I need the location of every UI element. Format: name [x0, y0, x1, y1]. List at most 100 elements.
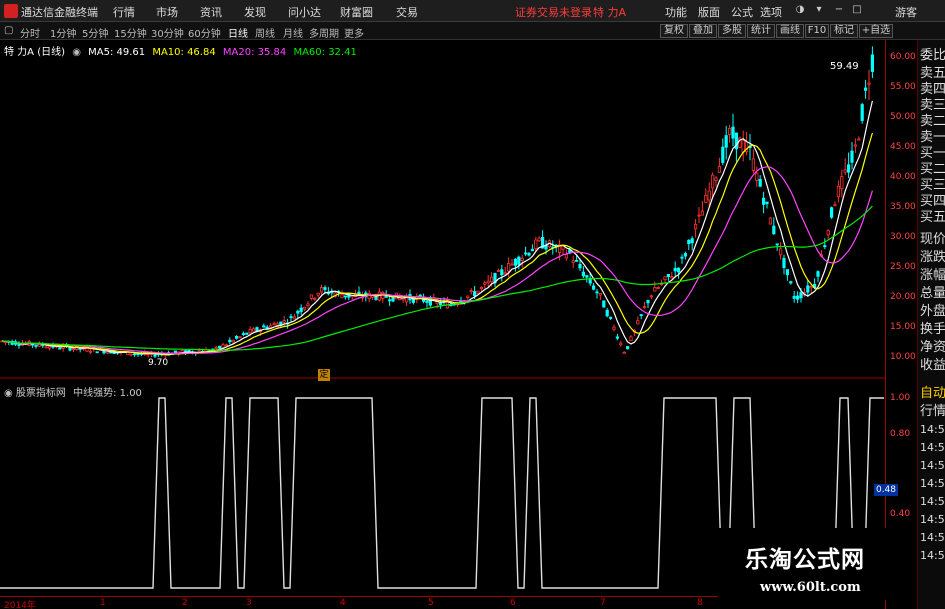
candle-body [561, 245, 565, 250]
chart-title: 特 力A (日线) [4, 47, 66, 58]
candle-body [466, 295, 470, 298]
candle-body [578, 263, 582, 269]
candle-body [503, 272, 507, 275]
side-item: 卖二 [920, 114, 945, 129]
side-item: 卖一 [920, 130, 945, 145]
f10-button[interactable]: F10 [805, 24, 829, 38]
skin-icon[interactable]: ◑ [793, 3, 807, 17]
adjust-button[interactable]: 复权 [660, 24, 688, 38]
candle-body [479, 287, 484, 289]
candle-body [71, 348, 75, 351]
checkbox-icon[interactable]: ▢ [4, 25, 13, 36]
mark-button[interactable]: 标记 [830, 24, 858, 38]
candle-body [510, 263, 514, 266]
candle-body [472, 291, 477, 297]
candle-body [500, 269, 504, 276]
title-bar: 通达信金融终端 行情 市场 资讯 发现 问小达 财富圈 交易 证券交易未登录 特… [0, 0, 945, 22]
candle-body [867, 82, 871, 85]
side-item: 涨跌 [920, 250, 945, 265]
candle-body [615, 336, 620, 339]
menu-community[interactable]: 财富圈 [340, 4, 373, 20]
candle-body [575, 259, 579, 262]
side-item: 现价 [920, 232, 945, 247]
candle-body [404, 297, 409, 303]
kline-chart[interactable] [0, 40, 945, 609]
settings-icon[interactable]: ▾ [812, 3, 826, 17]
login-notice[interactable]: 证券交易未登录 [515, 4, 592, 20]
candle-body [173, 350, 177, 354]
price-tick: 10.00 [890, 352, 916, 362]
candle-body [234, 335, 239, 339]
overlay-button[interactable]: 叠加 [689, 24, 717, 38]
side-item: 外盘 [920, 304, 945, 319]
period-60min[interactable]: 60分钟 [188, 25, 221, 40]
statistics-button[interactable]: 统计 [747, 24, 775, 38]
period-tick[interactable]: 分时 [20, 25, 40, 40]
candle-body [592, 285, 596, 290]
candle-body [643, 306, 647, 309]
period-30min[interactable]: 30分钟 [151, 25, 184, 40]
candle-body [245, 332, 249, 335]
candle-body [248, 329, 252, 334]
side-item: 买二 [920, 162, 945, 177]
candle-body [524, 252, 528, 255]
candle-body [690, 238, 694, 244]
menu-trade[interactable]: 交易 [396, 4, 418, 20]
period-weekly[interactable]: 周线 [255, 25, 275, 40]
price-tick: 40.00 [890, 172, 916, 182]
period-15min[interactable]: 15分钟 [114, 25, 147, 40]
period-more[interactable]: 更多 [344, 25, 364, 40]
candle-body [428, 297, 433, 306]
candle-body [272, 323, 276, 326]
candle-body [768, 217, 773, 225]
candle-body [438, 302, 443, 306]
candle-body [639, 314, 643, 316]
menu-function[interactable]: 功能 [665, 4, 687, 20]
period-monthly[interactable]: 月线 [283, 25, 303, 40]
period-multi[interactable]: 多周期 [309, 25, 339, 40]
guest-label[interactable]: 游客 [895, 4, 917, 20]
maximize-icon[interactable]: □ [850, 3, 864, 17]
indicator-tick: 1.00 [890, 393, 911, 403]
candle-body [34, 344, 38, 347]
menu-assistant[interactable]: 问小达 [288, 4, 321, 20]
menu-formula[interactable]: 公式 [731, 4, 753, 20]
candles-group [0, 46, 875, 359]
side-item: 14:5 [920, 495, 945, 508]
candle-body [707, 190, 711, 201]
period-daily[interactable]: 日线 [228, 25, 248, 40]
candle-body [741, 140, 745, 153]
side-item: 行情 [920, 404, 945, 419]
minimize-icon[interactable]: − [832, 3, 846, 17]
candle-body [799, 292, 803, 299]
candle-body [653, 287, 657, 292]
draw-line-button[interactable]: 画线 [776, 24, 804, 38]
ma10-value: MA10: 46.84 [152, 47, 216, 58]
side-item: 14:5 [920, 441, 945, 454]
menu-news[interactable]: 资讯 [200, 4, 222, 20]
side-item: 收益 [920, 358, 945, 373]
menu-markets[interactable]: 市场 [156, 4, 178, 20]
price-tick: 30.00 [890, 232, 916, 242]
candle-body [680, 256, 684, 259]
menu-options[interactable]: 选项 [760, 4, 782, 20]
period-1min[interactable]: 1分钟 [50, 25, 76, 40]
menu-market[interactable]: 行情 [113, 4, 135, 20]
candle-body [785, 269, 790, 276]
add-watchlist-button[interactable]: +自选 [859, 24, 893, 38]
side-item[interactable]: 自动 [920, 386, 945, 402]
menu-layout[interactable]: 版面 [698, 4, 720, 20]
ma60-line [1, 205, 873, 351]
side-item: 买三 [920, 178, 945, 193]
period-5min[interactable]: 5分钟 [82, 25, 108, 40]
candle-body [513, 258, 518, 266]
candle-body [323, 287, 327, 290]
multi-stock-button[interactable]: 多股 [718, 24, 746, 38]
candle-body [224, 344, 228, 347]
candle-body [626, 346, 630, 350]
side-item: 14:5 [920, 549, 945, 562]
ma20-line [1, 166, 873, 355]
candle-body [605, 309, 609, 317]
event-marker[interactable]: 定 [318, 369, 330, 381]
menu-discover[interactable]: 发现 [244, 4, 266, 20]
